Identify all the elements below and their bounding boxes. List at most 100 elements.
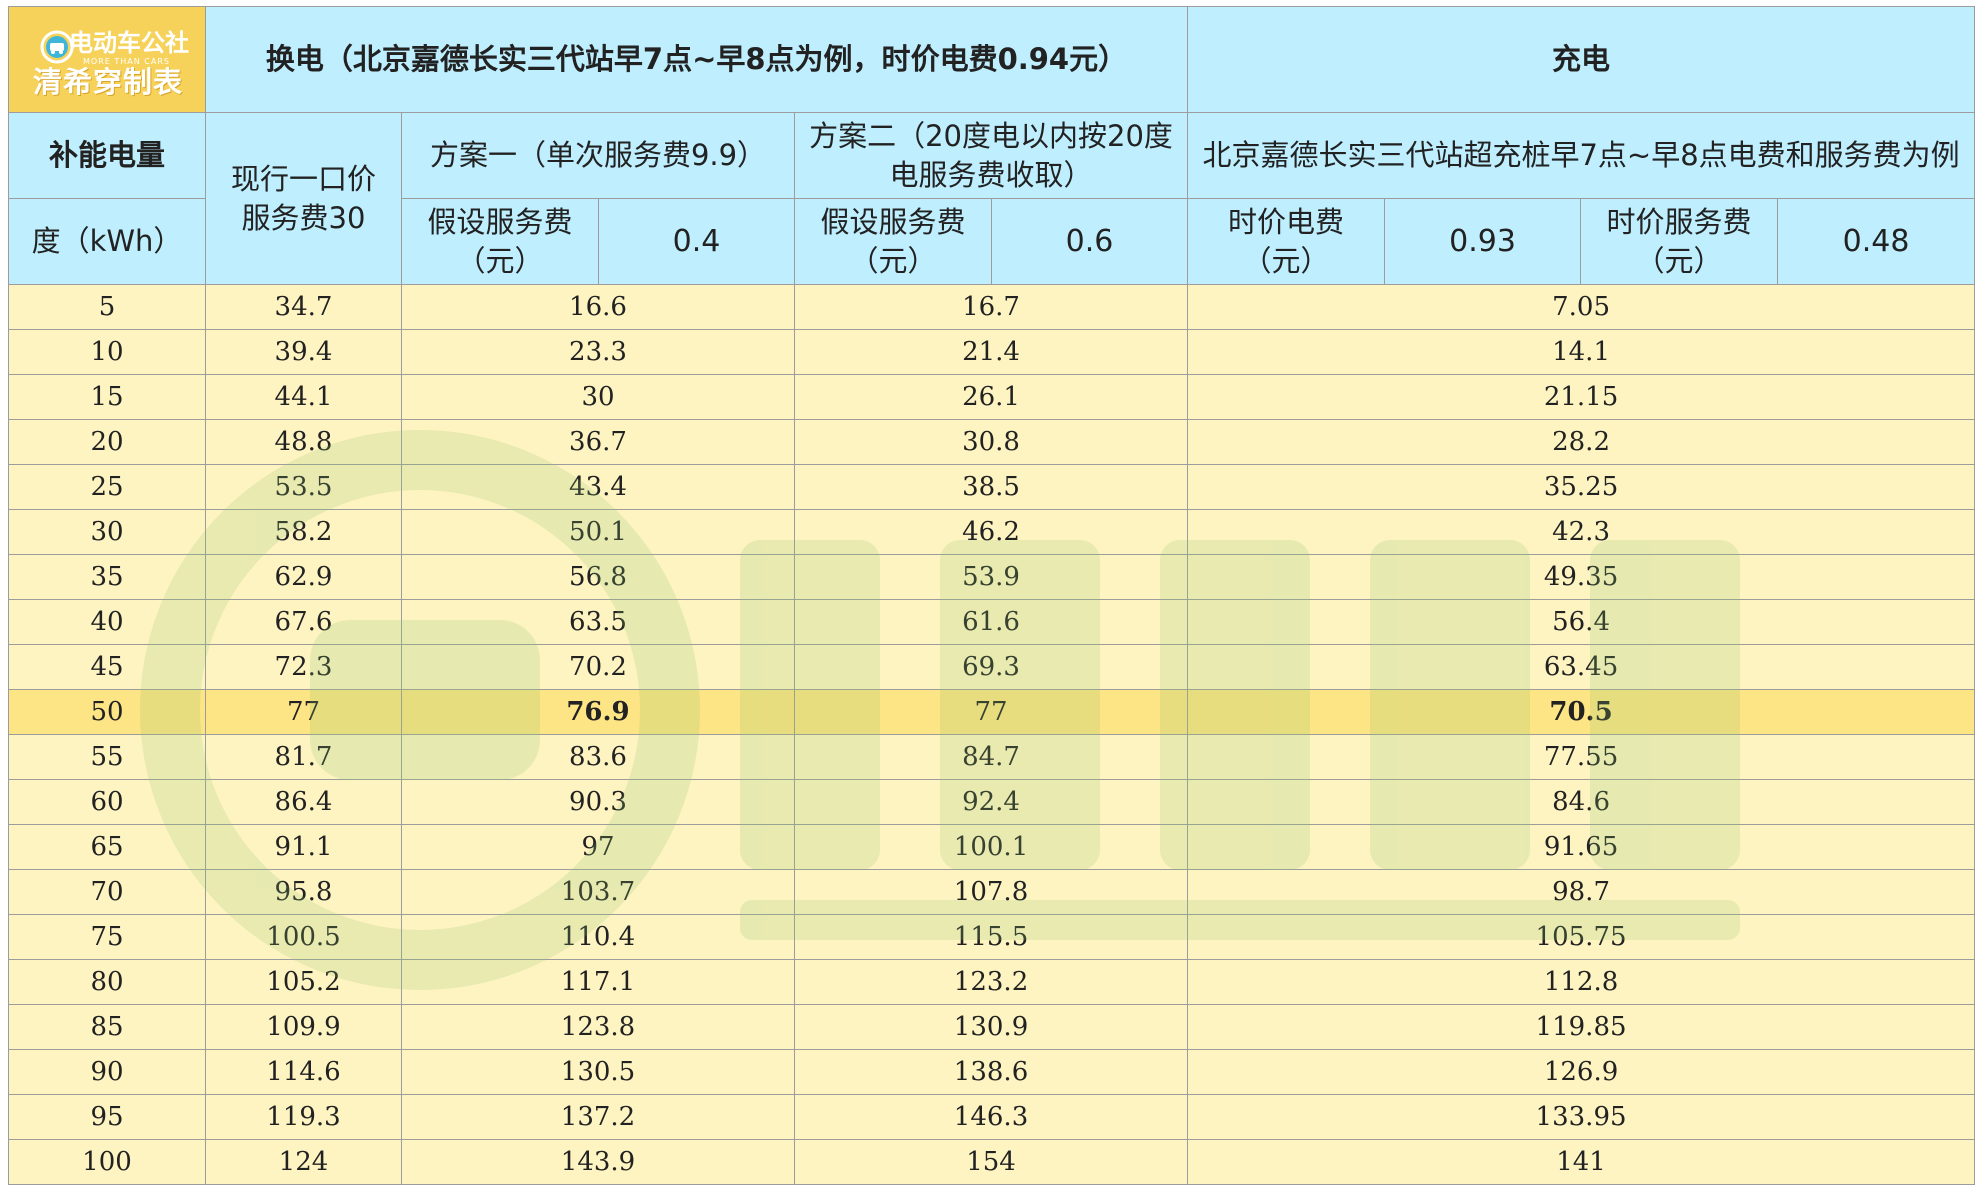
plan1-cost-cell: 123.8 [401,1004,795,1050]
service-fee-value: 0.48 [1777,198,1976,285]
kwh-cell: 50 [8,689,206,735]
current-price-cell: 34.7 [205,284,402,330]
plan1-cost-cell: 110.4 [401,914,795,960]
plan2-cost-cell: 16.7 [793,284,1189,330]
plan2-cost-cell: 154 [793,1139,1189,1185]
plan1-cost-cell: 143.9 [401,1139,795,1185]
current-price-cell: 48.8 [205,419,402,465]
plan2-cost-cell: 61.6 [793,599,1189,645]
charge-cost-cell: 21.15 [1187,374,1976,420]
table-row: 10 39.4 23.3 21.4 14.1 [8,329,1976,375]
current-price-cell: 53.5 [205,464,402,510]
plan2-cost-cell: 53.9 [793,554,1189,600]
current-price-cell: 81.7 [205,734,402,780]
energy-column-header: 补能电量 [8,112,206,199]
charge-cost-cell: 98.7 [1187,869,1976,915]
table-row: 100 124 143.9 154 141 [8,1139,1976,1185]
charge-desc-header: 北京嘉德长实三代站超充桩早7点~早8点电费和服务费为例 [1187,112,1976,199]
table-row: 15 44.1 30 26.1 21.15 [8,374,1976,420]
charge-cost-cell: 28.2 [1187,419,1976,465]
plan1-cost-cell: 30 [401,374,795,420]
kwh-cell: 25 [8,464,206,510]
plan2-title: 方案二（20度电以内按20度电服务费收取） [809,118,1173,192]
charge-cost-cell: 49.35 [1187,554,1976,600]
plan2-header: 方案二（20度电以内按20度电服务费收取） [793,112,1189,199]
brand-logo: 电动车公社 MORE THAN CARS 清希穿制表 [19,21,195,99]
table-row: 90 114.6 130.5 138.6 126.9 [8,1049,1976,1095]
table-row: 70 95.8 103.7 107.8 98.7 [8,869,1976,915]
plan2-cost-cell: 38.5 [793,464,1189,510]
plan1-cost-cell: 103.7 [401,869,795,915]
current-price-cell: 86.4 [205,779,402,825]
elec-fee-value: 0.93 [1384,198,1582,285]
plan2-fee-label: 假设服务费（元） [820,204,966,278]
plan2-cost-cell: 138.6 [793,1049,1189,1095]
table-row: 35 62.9 56.8 53.9 49.35 [8,554,1976,600]
plan2-cost-cell: 146.3 [793,1094,1189,1140]
charge-cost-cell: 84.6 [1187,779,1976,825]
plan2-fee-label-cell: 假设服务费（元） [794,198,992,285]
current-price-cell: 100.5 [205,914,402,960]
kwh-cell: 45 [8,644,206,690]
plan2-cost-cell: 21.4 [793,329,1189,375]
current-price-cell: 105.2 [205,959,402,1005]
table-row: 5 34.7 16.6 16.7 7.05 [8,284,1976,330]
plan1-fee-label: 假设服务费（元） [427,204,573,278]
table-row: 85 109.9 123.8 130.9 119.85 [8,1004,1976,1050]
kwh-cell: 75 [8,914,206,960]
service-fee-label: 时价服务费（元） [1606,204,1752,278]
elec-fee-label: 时价电费（元） [1228,204,1345,278]
plan2-cost-cell: 30.8 [793,419,1189,465]
plan1-cost-cell: 50.1 [401,509,795,555]
kwh-cell: 90 [8,1049,206,1095]
brand-name: 电动车公社 [69,28,189,57]
charge-cost-cell: 70.5 [1187,689,1976,735]
current-price-header: 现行一口价服务费30 [205,112,402,285]
plan1-cost-cell: 130.5 [401,1049,795,1095]
elec-fee-label-cell: 时价电费（元） [1187,198,1386,285]
charge-cost-cell: 112.8 [1187,959,1976,1005]
kwh-cell: 15 [8,374,206,420]
current-price-cell: 124 [205,1139,402,1185]
plan1-cost-cell: 70.2 [401,644,795,690]
kwh-cell: 10 [8,329,206,375]
plan1-cost-cell: 63.5 [401,599,795,645]
plan1-cost-cell: 23.3 [401,329,795,375]
kwh-cell: 20 [8,419,206,465]
current-price-cell: 67.6 [205,599,402,645]
plan1-cost-cell: 90.3 [401,779,795,825]
plan1-cost-cell: 43.4 [401,464,795,510]
kwh-cell: 55 [8,734,206,780]
kwh-cell: 95 [8,1094,206,1140]
current-price-cell: 77 [205,689,402,735]
plan1-cost-cell: 16.6 [401,284,795,330]
plan1-cost-cell: 117.1 [401,959,795,1005]
charge-cost-cell: 42.3 [1187,509,1976,555]
plan2-fee-value: 0.6 [990,198,1189,285]
kwh-cell: 100 [8,1139,206,1185]
kwh-cell: 80 [8,959,206,1005]
current-price-cell: 119.3 [205,1094,402,1140]
table-row: 50 77 76.9 77 70.5 [8,689,1976,735]
kwh-cell: 40 [8,599,206,645]
table-row: 20 48.8 36.7 30.8 28.2 [8,419,1976,465]
plan1-fee-label-cell: 假设服务费（元） [401,198,599,285]
kwh-cell: 65 [8,824,206,870]
current-price-cell: 62.9 [205,554,402,600]
plan2-cost-cell: 84.7 [793,734,1189,780]
plan2-cost-cell: 77 [793,689,1189,735]
kwh-cell: 30 [8,509,206,555]
plan1-cost-cell: 76.9 [401,689,795,735]
charge-cost-cell: 14.1 [1187,329,1976,375]
current-price-cell: 72.3 [205,644,402,690]
charge-cost-cell: 7.05 [1187,284,1976,330]
charge-cost-cell: 105.75 [1187,914,1976,960]
table-row: 45 72.3 70.2 69.3 63.45 [8,644,1976,690]
header-row-middle: 补能电量 现行一口价服务费30 方案一（单次服务费9.9） 方案二（20度电以内… [8,112,1976,285]
kwh-cell: 70 [8,869,206,915]
plan2-cost-cell: 123.2 [793,959,1189,1005]
charge-cost-cell: 119.85 [1187,1004,1976,1050]
table-row: 55 81.7 83.6 84.7 77.55 [8,734,1976,780]
current-price-cell: 58.2 [205,509,402,555]
plan1-cost-cell: 36.7 [401,419,795,465]
